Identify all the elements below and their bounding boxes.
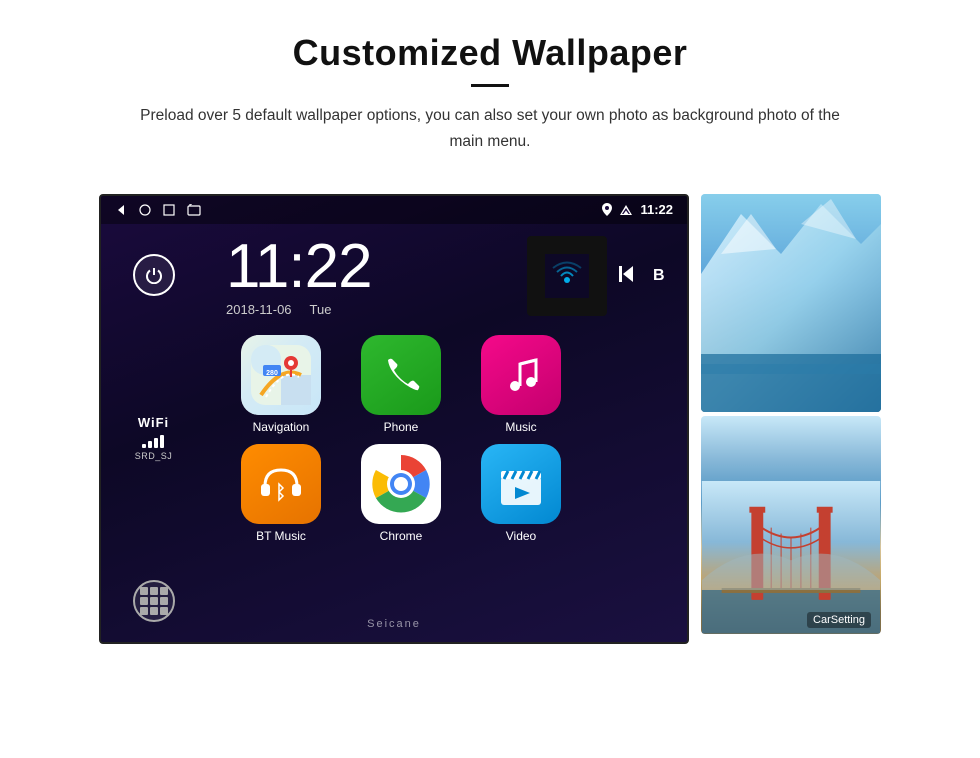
phone-svg xyxy=(380,354,422,396)
screenshot-icon xyxy=(187,204,201,216)
recent-icon xyxy=(163,204,175,216)
status-bar-right: 11:22 xyxy=(602,202,673,217)
app-music[interactable]: Music xyxy=(466,335,576,434)
home-icon xyxy=(139,204,151,216)
video-icon xyxy=(481,444,561,524)
next-button[interactable]: B xyxy=(651,264,671,289)
clock-date: 2018-11-06 Tue xyxy=(226,302,511,317)
carsetting-label: CarSetting xyxy=(807,612,871,628)
btmusic-label: BT Music xyxy=(256,529,306,543)
music-widget[interactable] xyxy=(527,236,607,316)
app-phone[interactable]: Phone xyxy=(346,335,456,434)
music-icon xyxy=(481,335,561,415)
wifi-info: WiFi SRD_SJ xyxy=(135,415,173,461)
clock-day-value: Tue xyxy=(310,302,332,317)
back-icon xyxy=(115,204,127,216)
clock-time: 11:22 xyxy=(226,236,511,298)
music-svg xyxy=(500,354,542,396)
svg-text:B: B xyxy=(653,267,665,284)
signal-bar-2 xyxy=(148,441,152,448)
signal-icon xyxy=(619,204,633,216)
video-svg xyxy=(496,459,546,509)
app-chrome[interactable]: Chrome xyxy=(346,444,456,543)
signal-bar-1 xyxy=(142,444,146,448)
clock-date-value: 2018-11-06 xyxy=(226,302,292,317)
chrome-label: Chrome xyxy=(380,529,423,543)
wifi-ssid: SRD_SJ xyxy=(135,451,173,461)
photo-bridge: CarSetting xyxy=(701,416,881,634)
photo-glacier-image xyxy=(701,194,881,412)
status-bar: 11:22 xyxy=(101,196,687,224)
photo-bridge-image: CarSetting xyxy=(701,416,881,634)
location-icon xyxy=(602,203,612,216)
phone-label: Phone xyxy=(384,420,419,434)
page-subtitle: Preload over 5 default wallpaper options… xyxy=(130,103,850,156)
app-btmusic[interactable]: BT Music xyxy=(226,444,336,543)
signal-bar-4 xyxy=(160,435,164,448)
chrome-icon xyxy=(361,444,441,524)
maps-svg: 280 xyxy=(251,345,311,405)
wifi-label: WiFi xyxy=(135,415,173,430)
status-bar-left xyxy=(115,204,201,216)
media-controls: B xyxy=(617,236,671,289)
main-content: 11:22 WiFi SRD_SJ xyxy=(0,174,980,664)
photo-glacier xyxy=(701,194,881,412)
clock-right: B xyxy=(527,236,671,316)
clock-section: 11:22 2018-11-06 Tue xyxy=(206,224,687,325)
main-area: 11:22 2018-11-06 Tue xyxy=(206,224,687,642)
glacier-svg xyxy=(701,194,881,412)
android-screen: 11:22 WiFi SRD_SJ xyxy=(99,194,689,644)
video-label: Video xyxy=(506,529,536,543)
cast-icon xyxy=(545,254,589,298)
app-video[interactable]: Video xyxy=(466,444,576,543)
power-button[interactable] xyxy=(133,254,175,296)
navigation-label: Navigation xyxy=(253,420,310,434)
prev-button[interactable] xyxy=(617,264,637,289)
page-title: Customized Wallpaper xyxy=(80,32,900,74)
watermark: Seicane xyxy=(367,618,421,630)
apps-button[interactable] xyxy=(133,580,175,622)
phone-icon xyxy=(361,335,441,415)
page-header: Customized Wallpaper Preload over 5 defa… xyxy=(0,0,980,174)
status-time: 11:22 xyxy=(640,202,673,217)
app-grid: 280 Navigation Phone xyxy=(206,325,687,553)
app-navigation[interactable]: 280 Navigation xyxy=(226,335,336,434)
btmusic-svg xyxy=(257,460,305,508)
navigation-icon: 280 xyxy=(241,335,321,415)
svg-text:280: 280 xyxy=(266,370,278,377)
signal-bar-3 xyxy=(154,438,158,448)
clock-display: 11:22 2018-11-06 Tue xyxy=(226,236,511,317)
side-photos: CarSetting xyxy=(701,194,881,644)
power-icon xyxy=(145,266,163,284)
btmusic-icon xyxy=(241,444,321,524)
music-label: Music xyxy=(505,420,536,434)
wifi-signal-bars xyxy=(135,434,173,448)
apps-grid-icon xyxy=(140,587,168,615)
bridge-svg xyxy=(701,481,881,634)
left-sidebar: WiFi SRD_SJ xyxy=(101,224,206,642)
title-divider xyxy=(471,84,509,87)
chrome-svg xyxy=(370,453,432,515)
